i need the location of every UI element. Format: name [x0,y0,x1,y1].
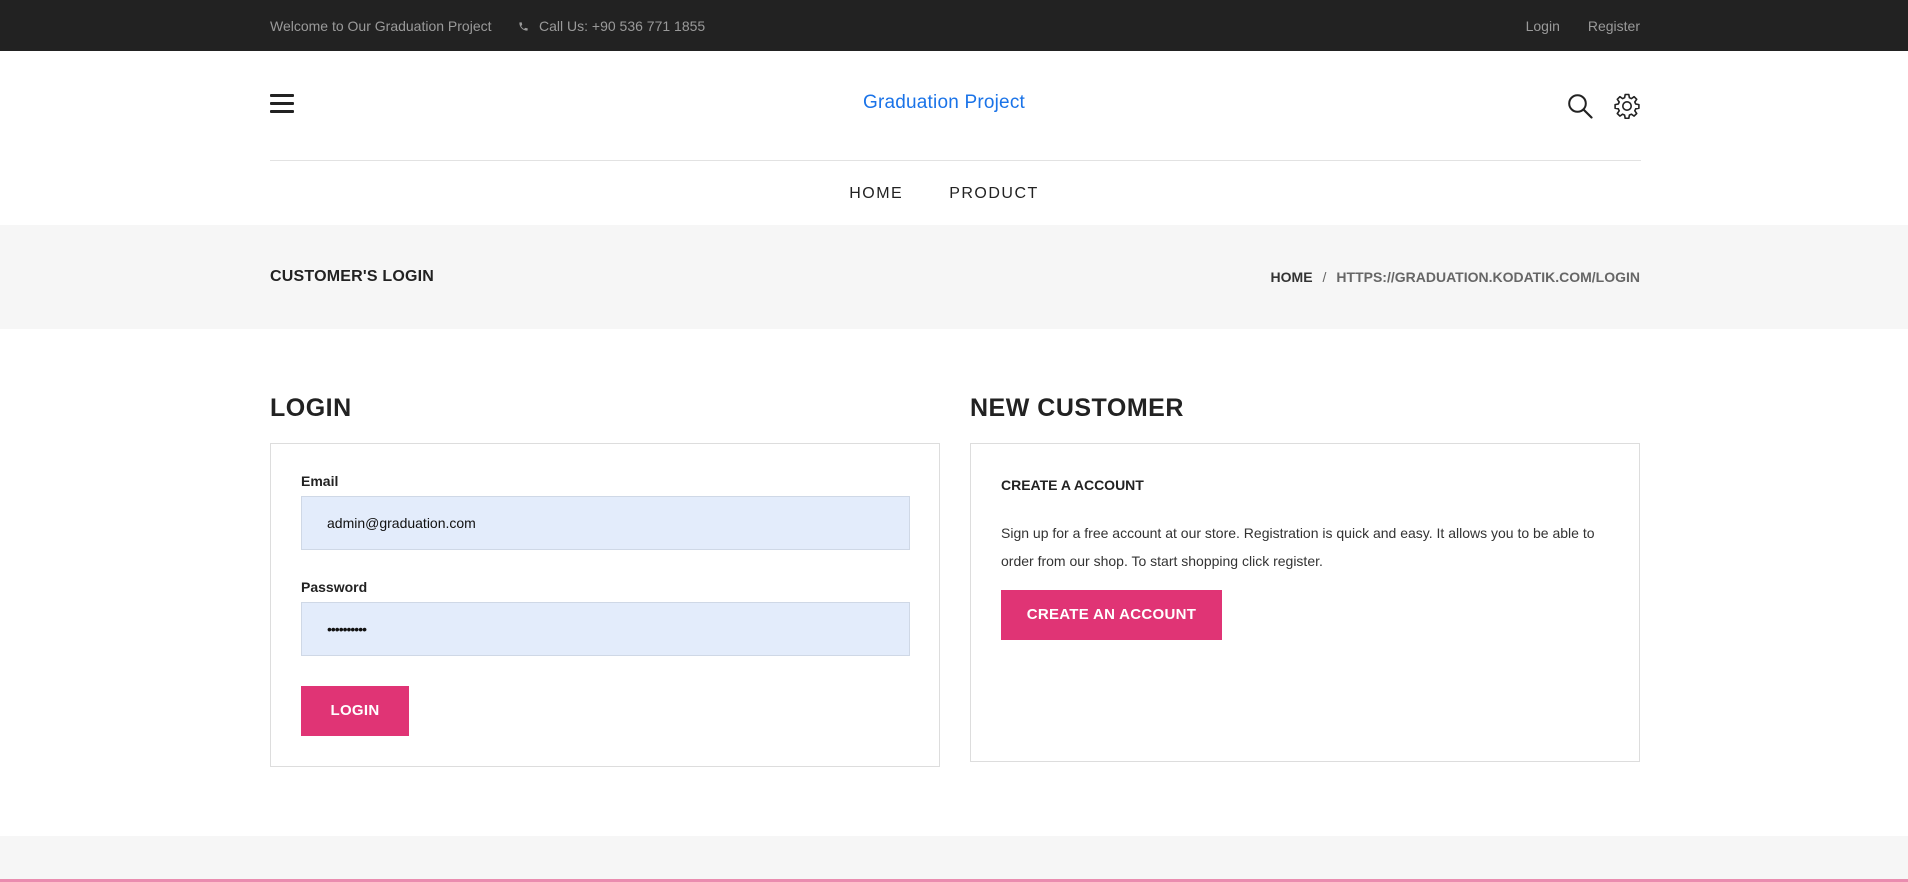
page-header-band: CUSTOMER'S LOGIN HOME / HTTPS://GRADUATI… [0,225,1908,329]
create-account-heading: CREATE A ACCOUNT [1001,477,1144,493]
password-field[interactable]: •••••••••• [301,602,910,656]
phone-text: Call Us: +90 536 771 1855 [539,18,706,34]
breadcrumb-current: HTTPS://GRADUATION.KODATIK.COM/LOGIN [1336,269,1640,285]
footer-band [0,836,1908,882]
search-icon[interactable] [1567,93,1593,119]
nav-item-product[interactable]: PRODUCT [949,161,1039,225]
login-title: LOGIN [270,394,352,422]
login-button[interactable]: LOGIN [301,686,409,736]
breadcrumb-home[interactable]: HOME [1271,269,1313,285]
new-customer-description: Sign up for a free account at our store.… [1001,525,1595,569]
auth-links: Login Register [1526,18,1640,34]
breadcrumb: HOME / HTTPS://GRADUATION.KODATIK.COM/LO… [1271,269,1640,285]
site-header: Graduation Project [0,51,1908,161]
password-label: Password [301,579,368,595]
gear-icon[interactable] [1614,93,1640,119]
breadcrumb-separator: / [1322,269,1327,285]
nav-item-home[interactable]: HOME [849,161,903,225]
login-box: Email admin@graduation.com Password ••••… [270,443,940,767]
login-link[interactable]: Login [1526,18,1560,34]
site-brand[interactable]: Graduation Project [0,92,1888,114]
email-field[interactable]: admin@graduation.com [301,496,910,550]
welcome-text: Welcome to Our Graduation Project [270,18,492,34]
page-title: CUSTOMER'S LOGIN [270,268,435,285]
top-bar: Welcome to Our Graduation Project Call U… [0,0,1908,51]
create-account-button[interactable]: CREATE AN ACCOUNT [1001,590,1222,640]
main-nav: HOME PRODUCT [0,161,1908,225]
phone-icon [519,21,528,31]
phone-contact: Call Us: +90 536 771 1855 [518,18,705,34]
new-customer-box: CREATE A ACCOUNT Sign up for a free acco… [970,443,1640,762]
new-customer-title: NEW CUSTOMER [970,394,1184,422]
register-link[interactable]: Register [1588,18,1640,34]
email-label: Email [301,473,339,489]
